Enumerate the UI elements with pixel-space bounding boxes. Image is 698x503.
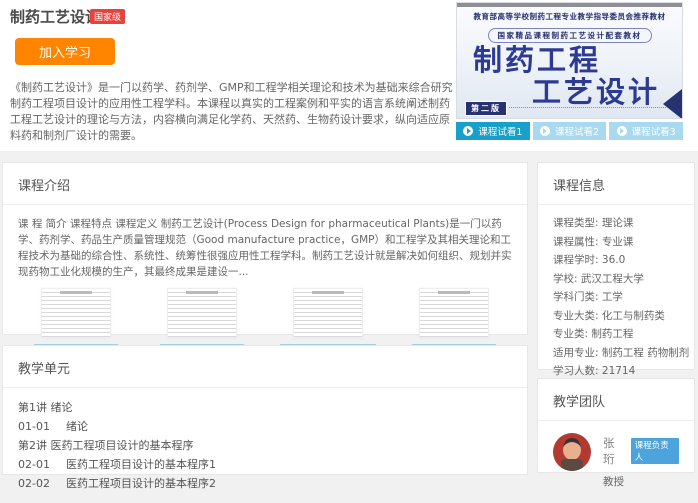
info-row-applicable-major: 适用专业: 制药工程 药物制剂 — [553, 344, 679, 363]
info-value: 专业课 — [602, 236, 634, 248]
join-course-button[interactable]: 加入学习 — [15, 38, 115, 65]
preview-button-2-label: 课程试看2 — [555, 124, 599, 138]
info-row-school: 学校: 武汉工程大学 — [553, 270, 679, 289]
teaching-units-heading: 教学单元 — [3, 346, 527, 388]
play-icon — [463, 126, 473, 136]
member-info: 张珩 课程负责人 教授 — [603, 433, 679, 489]
course-intro-card: 课程介绍 课 程 简介 课程特点 课程定义 制药工艺设计(Process Des… — [2, 162, 528, 335]
preview-button-1-label: 课程试看1 — [478, 124, 522, 138]
textbook-cover-image: 教育部高等学校制药工程专业教学指导委员会推荐教材 国家精品课程制药工艺设计配套教… — [456, 2, 683, 119]
info-row-course-type: 课程类型: 理论课 — [553, 214, 679, 233]
doc-thumbnail-assessment[interactable] — [293, 288, 363, 338]
preview-button-3[interactable]: 课程试看3 — [609, 122, 683, 140]
course-description: 《制药工艺设计》是一门以药学、药剂学、GMP和工程学相关理论和技术为基础来综合研… — [10, 80, 454, 144]
page-title: 制药工艺设计 — [10, 6, 100, 27]
edition-badge: 第二版 — [465, 101, 507, 116]
teaching-units-card: 教学单元 第1讲 绪论 01-01 绪论 第2讲 医药工程项目设计的基本程序 02… — [2, 345, 528, 475]
member-avatar[interactable] — [553, 433, 591, 471]
play-icon — [540, 126, 550, 136]
info-value: 工学 — [602, 291, 623, 303]
member-title: 教授 — [603, 474, 679, 489]
info-label: 学科门类: — [553, 291, 602, 303]
unit-lesson-02-02[interactable]: 02-02 医药工程项目设计的基本程序2 — [18, 474, 512, 493]
unit-title: 绪论 — [66, 420, 88, 433]
preview-button-3-label: 课程试看3 — [632, 124, 676, 138]
unit-title: 第1讲 绪论 — [18, 401, 73, 414]
member-name[interactable]: 张珩 — [603, 435, 625, 467]
doc-thumbnail-calendar[interactable] — [167, 288, 237, 338]
unit-title: 第2讲 医药工程项目设计的基本程序 — [18, 439, 194, 452]
course-header: 制药工艺设计 国家级 加入学习 《制药工艺设计》是一门以药学、药剂学、GMP和工… — [0, 0, 698, 151]
cover-top-strip — [457, 3, 682, 7]
national-level-badge: 国家级 — [90, 9, 125, 24]
unit-code: 02-01 — [18, 458, 50, 471]
course-intro-text: 课 程 简介 课程特点 课程定义 制药工艺设计(Process Design f… — [3, 205, 527, 280]
doc-thumbnail-guide[interactable] — [419, 288, 489, 338]
info-label: 学校: — [553, 273, 581, 285]
info-label: 课程学时: — [553, 254, 602, 266]
info-value: 化工与制药类 — [602, 310, 665, 322]
unit-chapter-2[interactable]: 第2讲 医药工程项目设计的基本程序 — [18, 436, 512, 455]
course-page: 制药工艺设计 国家级 加入学习 《制药工艺设计》是一门以药学、药剂学、GMP和工… — [0, 0, 698, 457]
unit-code: 02-02 — [18, 477, 50, 490]
cover-arrow-icon — [663, 89, 682, 119]
info-value: 武汉工程大学 — [581, 273, 644, 285]
unit-list: 第1讲 绪论 01-01 绪论 第2讲 医药工程项目设计的基本程序 02-01 医药… — [3, 388, 527, 503]
info-row-discipline: 学科门类: 工学 — [553, 288, 679, 307]
info-value: 制药工程 药物制剂 — [602, 347, 689, 359]
unit-lesson-01-01[interactable]: 01-01 绪论 — [18, 417, 512, 436]
preview-button-2[interactable]: 课程试看2 — [533, 122, 607, 140]
course-preview-buttons: 课程试看1 课程试看2 课程试看3 — [456, 122, 683, 140]
member-name-line: 张珩 课程负责人 — [603, 435, 679, 467]
preview-button-1[interactable]: 课程试看1 — [456, 122, 530, 140]
doc-thumbnail-syllabus[interactable] — [41, 288, 111, 338]
cover-recommend-line: 教育部高等学校制药工程专业教学指导委员会推荐教材 — [457, 11, 682, 22]
info-row-major-class: 专业类: 制药工程 — [553, 325, 679, 344]
course-intro-heading: 课程介绍 — [3, 163, 527, 205]
play-icon — [617, 126, 627, 136]
course-info-heading: 课程信息 — [538, 163, 694, 205]
team-member-row: 张珩 课程负责人 教授 — [538, 421, 694, 489]
cover-title-line2: 工艺设计 — [532, 69, 660, 111]
teaching-team-card: 教学团队 张珩 课程负责人 教授 — [537, 378, 695, 473]
info-label: 适用专业: — [553, 347, 602, 359]
unit-title: 医药工程项目设计的基本程序2 — [66, 477, 216, 490]
unit-code: 01-01 — [18, 420, 50, 433]
info-row-course-attr: 课程属性: 专业课 — [553, 233, 679, 252]
info-value: 21714 — [602, 365, 635, 377]
teaching-team-heading: 教学团队 — [538, 379, 694, 421]
info-label: 学习人数: — [553, 365, 602, 377]
info-label: 课程类型: — [553, 217, 602, 229]
course-info-card: 课程信息 课程类型: 理论课 课程属性: 专业课 课程学时: 36.0 学校: … — [537, 162, 695, 370]
unit-lesson-02-01[interactable]: 02-01 医药工程项目设计的基本程序1 — [18, 455, 512, 474]
unit-chapter-1[interactable]: 第1讲 绪论 — [18, 398, 512, 417]
info-value: 理论课 — [602, 217, 634, 229]
info-row-major-category: 专业大类: 化工与制药类 — [553, 307, 679, 326]
unit-title: 医药工程项目设计的基本程序1 — [66, 458, 216, 471]
info-value: 36.0 — [602, 254, 625, 266]
cover-dotted-line — [509, 107, 666, 108]
member-avatar-image — [553, 433, 591, 471]
course-leader-badge: 课程负责人 — [631, 438, 679, 464]
info-label: 专业大类: — [553, 310, 602, 322]
info-label: 专业类: — [553, 328, 591, 340]
info-row-course-hours: 课程学时: 36.0 — [553, 251, 679, 270]
info-label: 课程属性: — [553, 236, 602, 248]
info-value: 制药工程 — [591, 328, 633, 340]
